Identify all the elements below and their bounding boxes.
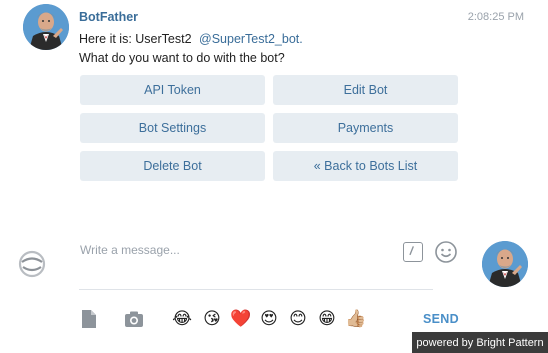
- message-input[interactable]: [80, 240, 380, 260]
- message-line-1: Here it is: UserTest2 @SuperTest2_bot.: [79, 32, 303, 46]
- payments-button[interactable]: Payments: [273, 113, 458, 143]
- back-to-bots-list-button[interactable]: « Back to Bots List: [273, 151, 458, 181]
- bot-settings-button[interactable]: Bot Settings: [80, 113, 265, 143]
- camera-icon[interactable]: [124, 309, 144, 329]
- bot-mention-link[interactable]: @SuperTest2_bot.: [199, 32, 303, 46]
- user-avatar[interactable]: [482, 241, 528, 287]
- send-button[interactable]: SEND: [423, 312, 459, 326]
- message-line-2: What do you want to do with the bot?: [79, 51, 285, 65]
- emoji-tears-of-joy[interactable]: 😂: [171, 309, 193, 329]
- sender-name: BotFather: [79, 10, 139, 24]
- bot-avatar[interactable]: [23, 4, 69, 50]
- emoji-heart-eyes[interactable]: 😍: [258, 309, 280, 329]
- file-attach-icon[interactable]: [79, 309, 99, 329]
- compose-divider: [79, 289, 433, 290]
- delete-bot-button[interactable]: Delete Bot: [80, 151, 265, 181]
- edit-bot-button[interactable]: Edit Bot: [273, 75, 458, 105]
- message-text: Here it is: UserTest2: [79, 32, 192, 46]
- slash-command-icon[interactable]: [403, 242, 423, 262]
- emoji-blowing-kiss[interactable]: 😘: [201, 309, 223, 329]
- emoji-red-heart[interactable]: ❤️: [230, 309, 252, 329]
- emoji-smiling-face[interactable]: 😊: [287, 309, 309, 329]
- smile-icon[interactable]: [434, 240, 458, 264]
- emoji-thumbs-up[interactable]: 👍🏼: [345, 309, 367, 329]
- powered-by-badge[interactable]: powered by Bright Pattern: [412, 332, 548, 353]
- api-token-button[interactable]: API Token: [80, 75, 265, 105]
- message-timestamp: 2:08:25 PM: [467, 11, 524, 23]
- loading-spinner-icon: [17, 249, 47, 279]
- emoji-grinning-face[interactable]: 😁: [316, 309, 338, 329]
